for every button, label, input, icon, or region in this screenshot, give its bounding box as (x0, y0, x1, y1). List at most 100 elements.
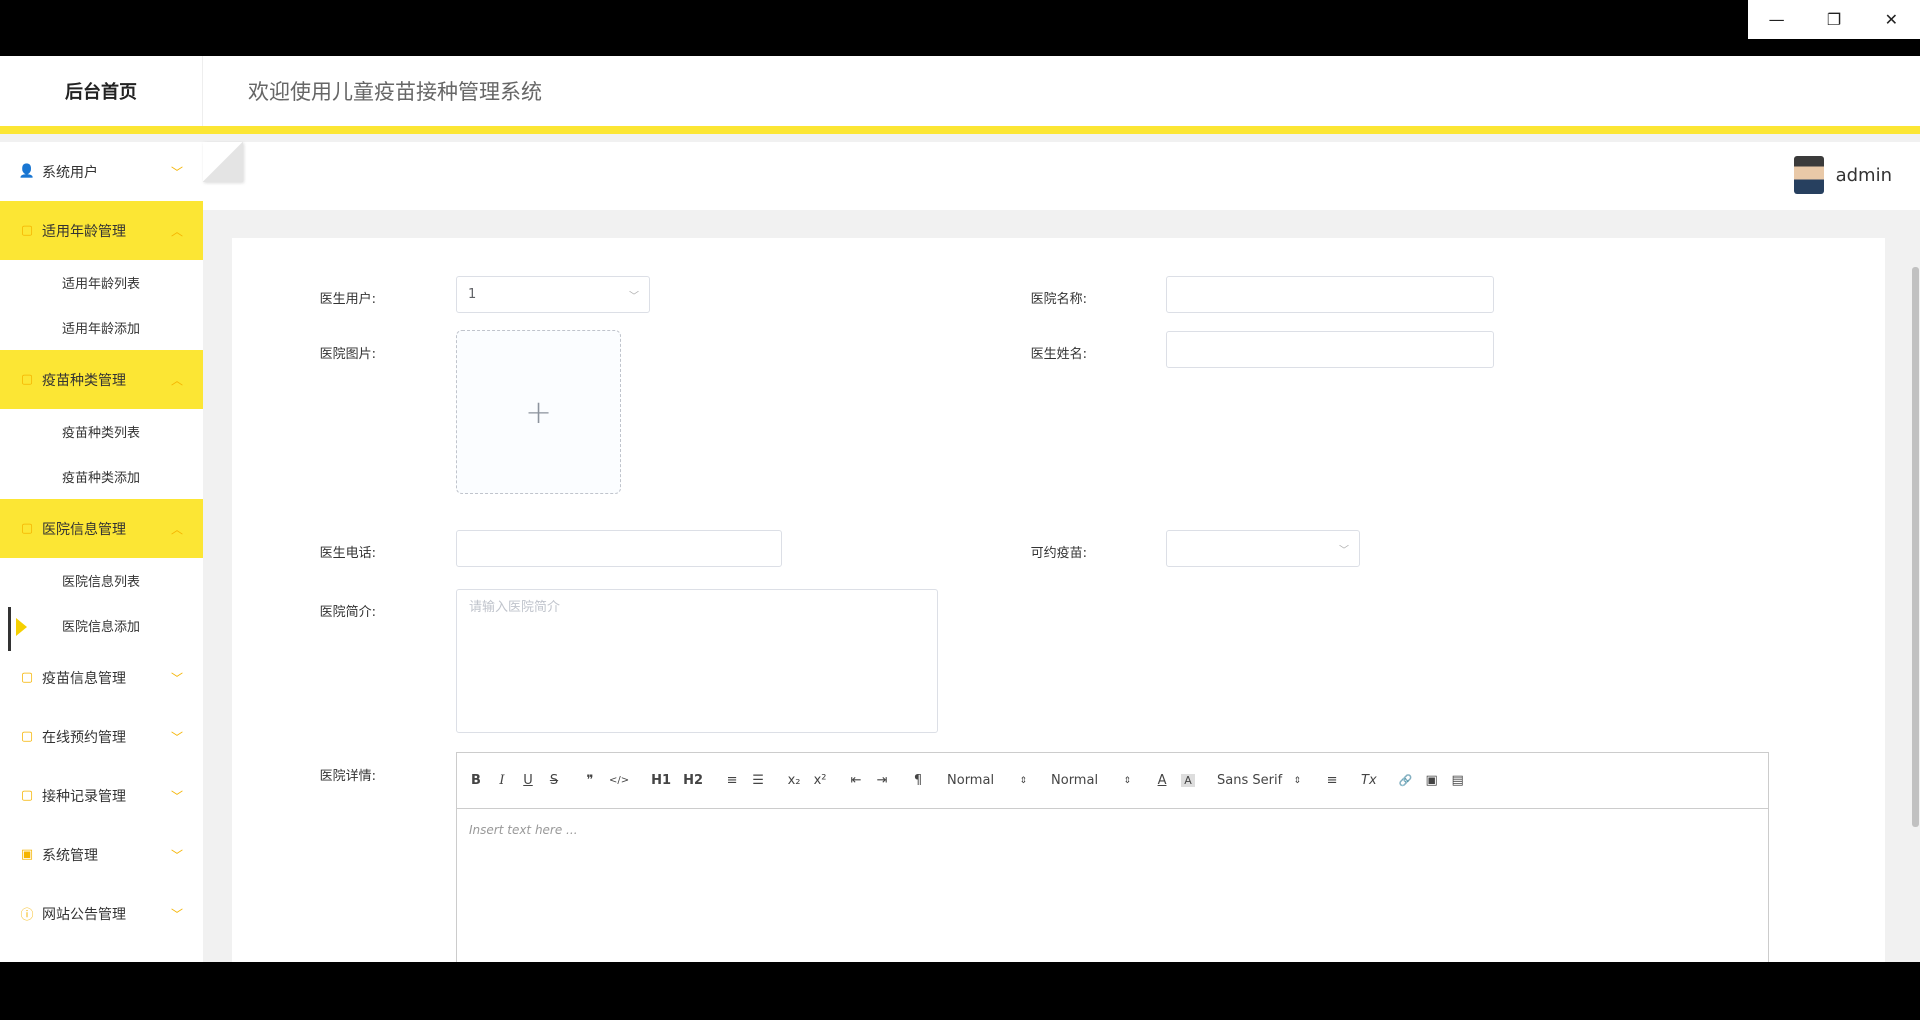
user-icon: 👤 (18, 164, 36, 179)
doctor-phone-input[interactable] (456, 530, 782, 567)
image-button[interactable]: ▣ (1425, 773, 1439, 788)
minimize-button[interactable]: — (1748, 0, 1805, 39)
sidebar: 👤 系统用户 ﹀ ▢ 适用年龄管理 ︿ 适用年龄列表 适用年龄添加 ▢ 疫苗种类… (0, 142, 203, 962)
text-color-button[interactable]: A (1155, 773, 1169, 788)
chevron-down-icon: ﹀ (170, 730, 183, 744)
doctor-user-select[interactable]: 1 ﹀ (456, 276, 650, 313)
hospital-name-label: 医院名称: (1030, 292, 1087, 307)
sidebar-item-age-management[interactable]: ▢ 适用年龄管理 ︿ (0, 201, 203, 260)
sidebar-item-label: 适用年龄管理 (42, 223, 126, 240)
subscript-button[interactable]: x₂ (787, 773, 801, 788)
chevron-down-icon: ﹀ (170, 671, 183, 685)
sidebar-subitem-hospital-add[interactable]: 医院信息添加 (0, 603, 203, 651)
h1-button[interactable]: H1 (651, 773, 671, 788)
restore-button[interactable]: ❐ (1805, 0, 1862, 39)
chevron-down-icon: ﹀ (170, 165, 183, 179)
sidebar-subitem-label: 疫苗种类列表 (62, 426, 141, 441)
sidebar-item-system-management[interactable]: ▣ 系统管理 ﹀ (0, 825, 203, 884)
h2-button[interactable]: H2 (683, 773, 703, 788)
welcome-title: 欢迎使用儿童疫苗接种管理系统 (248, 80, 542, 104)
vaccine-label: 可约疫苗: (1030, 546, 1087, 561)
editor-toolbar: B I U S ❞ </> H1 H2 ≡ ☰ x₂ x² ⇤ ⇥ ¶ Norm… (457, 753, 1768, 809)
vaccine-select[interactable]: ﹀ (1166, 530, 1360, 567)
header: 后台首页 欢迎使用儿童疫苗接种管理系统 (0, 56, 1920, 134)
sidebar-subitem-age-add[interactable]: 适用年龄添加 (0, 305, 203, 350)
doctor-name-input[interactable] (1166, 331, 1494, 368)
link-button[interactable]: 🔗 (1399, 774, 1413, 787)
chevron-up-icon: ︿ (170, 224, 183, 238)
video-button[interactable]: ▤ (1451, 773, 1465, 788)
app-window: — ❐ ✕ 后台首页 欢迎使用儿童疫苗接种管理系统 👤 系统用户 ﹀ ▢ 适用年… (0, 0, 1920, 1020)
sidebar-item-label: 网站公告管理 (42, 906, 126, 923)
sidebar-item-label: 疫苗信息管理 (42, 670, 126, 687)
align-button[interactable]: ≡ (1325, 773, 1339, 788)
sidebar-subitem-vaccine-type-add[interactable]: 疫苗种类添加 (0, 454, 203, 499)
underline-button[interactable]: U (521, 773, 535, 788)
page-scrollbar[interactable] (1911, 211, 1920, 962)
sidebar-subitem-vaccine-type-list[interactable]: 疫苗种类列表 (0, 409, 203, 454)
avatar (1793, 156, 1824, 194)
strike-button[interactable]: S (547, 773, 561, 788)
rich-text-editor[interactable]: B I U S ❞ </> H1 H2 ≡ ☰ x₂ x² ⇤ ⇥ ¶ Norm… (456, 752, 1769, 962)
sidebar-item-label: 系统用户 (42, 164, 98, 181)
user-menu[interactable]: admin (1793, 156, 1892, 194)
sidebar-item-vaccination-record-management[interactable]: ▢ 接种记录管理 ﹀ (0, 766, 203, 825)
close-button[interactable]: ✕ (1863, 0, 1920, 39)
brand-home-link[interactable]: 后台首页 (0, 56, 203, 126)
bold-button[interactable]: B (469, 773, 483, 788)
chevron-up-icon: ︿ (170, 373, 183, 387)
code-block-button[interactable]: </> (609, 775, 629, 786)
sidebar-item-vaccine-info-management[interactable]: ▢ 疫苗信息管理 ﹀ (0, 648, 203, 707)
header-picker[interactable]: Normal ⇕ (1051, 773, 1131, 788)
folder-icon: ▢ (20, 521, 34, 536)
editor-content[interactable]: Insert text here ... (457, 809, 1768, 851)
sidebar-subitem-label: 适用年龄列表 (62, 277, 141, 292)
outdent-button[interactable]: ⇤ (849, 773, 863, 788)
italic-button[interactable]: I (495, 773, 509, 788)
chevron-down-icon: ﹀ (1339, 545, 1349, 556)
sidebar-subitem-label: 医院信息列表 (62, 575, 141, 590)
image-icon: ▣ (20, 847, 34, 862)
hospital-image-upload[interactable]: + (456, 330, 621, 494)
sidebar-subitem-age-list[interactable]: 适用年龄列表 (0, 260, 203, 305)
sidebar-item-system-users[interactable]: 👤 系统用户 ﹀ (0, 142, 203, 201)
font-picker[interactable]: Sans Serif ⇕ (1217, 773, 1301, 788)
sidebar-item-label: 系统管理 (42, 847, 98, 864)
info-icon: ⓘ (20, 908, 34, 923)
clean-format-button[interactable]: Tx (1361, 773, 1377, 788)
folder-icon: ▢ (20, 372, 34, 387)
indent-button[interactable]: ⇥ (875, 773, 889, 788)
folder-icon: ▢ (20, 223, 34, 238)
content-topbar: admin (203, 142, 1920, 210)
window-controls: — ❐ ✕ (1748, 0, 1920, 39)
sidebar-item-hospital-management[interactable]: ▢ 医院信息管理 ︿ (0, 499, 203, 558)
background-color-button[interactable]: A (1181, 774, 1196, 787)
size-picker-label: Normal (947, 773, 995, 788)
folder-icon: ▢ (20, 788, 34, 803)
ordered-list-button[interactable]: ≡ (725, 773, 739, 788)
sidebar-subitem-label: 疫苗种类添加 (62, 471, 141, 486)
bullet-list-button[interactable]: ☰ (751, 773, 765, 788)
chevron-down-icon: ﹀ (170, 907, 183, 921)
intro-label: 医院简介: (319, 605, 376, 620)
sidebar-subitem-label: 医院信息添加 (62, 620, 141, 635)
updown-icon: ⇕ (1293, 775, 1302, 786)
sidebar-item-announcement-management[interactable]: ⓘ 网站公告管理 ﹀ (0, 884, 203, 943)
browser-viewport: 后台首页 欢迎使用儿童疫苗接种管理系统 👤 系统用户 ﹀ ▢ 适用年龄管理 ︿ … (0, 56, 1920, 962)
superscript-button[interactable]: x² (813, 773, 827, 788)
blockquote-button[interactable]: ❞ (583, 773, 597, 788)
size-picker[interactable]: Normal ⇕ (947, 773, 1027, 788)
intro-textarea[interactable]: 请输入医院简介 (456, 589, 938, 733)
sidebar-toggle-corner[interactable] (203, 142, 243, 182)
chevron-up-icon: ︿ (170, 522, 183, 536)
sidebar-item-vaccine-type-management[interactable]: ▢ 疫苗种类管理 ︿ (0, 350, 203, 409)
doctor-user-value: 1 (468, 287, 477, 302)
header-picker-label: Normal (1051, 773, 1099, 788)
active-arrow-icon (16, 618, 27, 636)
text-direction-button[interactable]: ¶ (911, 773, 925, 788)
sidebar-item-appointment-management[interactable]: ▢ 在线预约管理 ﹀ (0, 707, 203, 766)
scrollbar-thumb[interactable] (1912, 267, 1919, 827)
sidebar-subitem-hospital-list[interactable]: 医院信息列表 (0, 558, 203, 603)
hospital-name-input[interactable] (1166, 276, 1494, 313)
hospital-add-form: 医生用户: 1 ﹀ 医院名称: 医院图片: + 医生姓名: 医生电话: 可约疫苗… (232, 238, 1885, 962)
